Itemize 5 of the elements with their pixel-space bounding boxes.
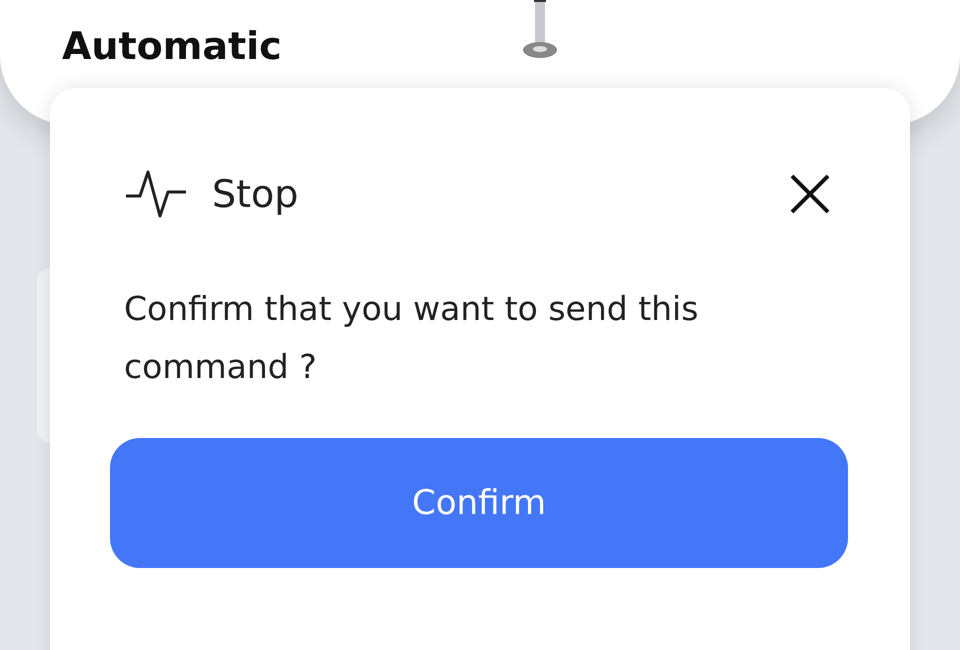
dialog-message: Confirm that you want to send this command ? [124,288,700,388]
close-button[interactable] [788,172,832,216]
dialog-title: Stop [212,175,298,213]
mode-label: Automatic [62,27,282,65]
confirm-button[interactable]: Confirm [110,438,848,568]
